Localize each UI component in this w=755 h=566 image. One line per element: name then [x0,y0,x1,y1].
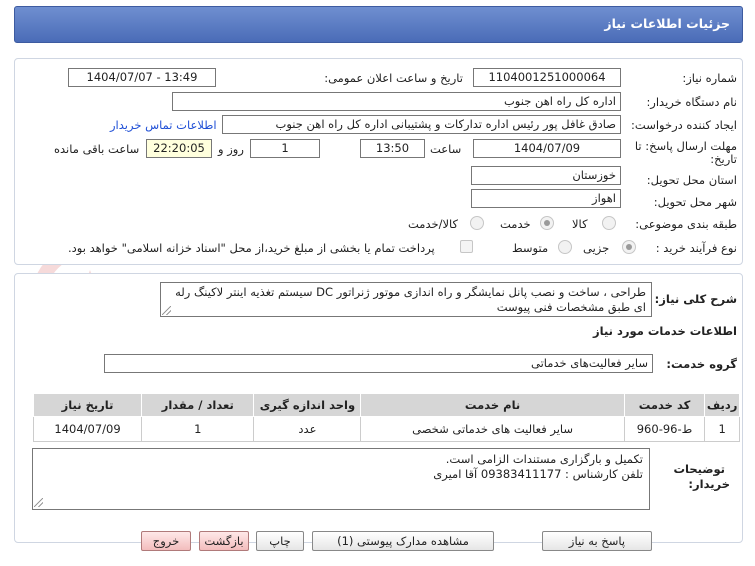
back-button[interactable]: بازگشت [199,531,249,551]
category-radio-goods[interactable] [602,216,616,230]
col-date: تاریخ نیاز [32,393,143,417]
creator-field: صادق غافل پور رئیس اداره تدارکات و پشتیب… [222,115,621,134]
deadline-time-label: ساعت [430,142,462,156]
process-label: نوع فرآیند خرید : [655,241,737,255]
resize-grip-icon[interactable] [162,306,171,315]
category-option-goods: کالا [572,217,588,231]
city-field: اهواز [471,189,621,208]
print-button[interactable]: چاپ [256,531,304,551]
payment-note: پرداخت تمام یا بخشی از مبلغ خرید،از محل … [68,241,435,255]
deadline-time-field: 13:50 [360,139,425,158]
category-radio-service[interactable] [540,216,554,230]
services-table: ردیف کد خدمت نام خدمت واحد اندازه گیری ت… [32,393,740,442]
cell-name: سایر فعالیت های خدماتی شخصی [360,416,625,442]
page-title: جزئیات اطلاعات نیاز [604,16,730,31]
days-field: 1 [250,139,320,158]
col-code: کد خدمت [623,393,706,417]
buyer-org-label: نام دستگاه خریدار: [646,95,737,109]
services-section-title: اطلاعات خدمات مورد نیاز [593,324,737,338]
need-number-label: شماره نیاز: [682,71,737,85]
category-option-service: خدمت [500,217,531,231]
col-row: ردیف [704,393,740,417]
cell-date: 1404/07/09 [32,416,143,442]
process-radio-minor[interactable] [622,240,636,254]
cell-code: ط-96-960 [623,416,706,442]
buyer-notes-label-2: خریدار: [688,477,730,491]
description-textarea: طراحی ، ساخت و نصب پانل نمایشگر و راه ان… [160,282,652,317]
announce-datetime-field: 1404/07/07 - 13:49 [68,68,216,87]
deadline-date-field: 1404/07/09 [473,139,621,158]
remaining-time-label: ساعت باقی مانده [54,142,140,156]
buyer-notes-line-1: تکمیل و بارگزاری مستندات الزامی است. [445,452,643,466]
treasury-payment-checkbox[interactable] [460,240,473,253]
category-option-goods-service: کالا/خدمت [408,217,459,231]
description-text: طراحی ، ساخت و نصب پانل نمایشگر و راه ان… [175,285,646,314]
table-row: 1 ط-96-960 سایر فعالیت های خدماتی شخصی ع… [32,416,740,442]
details-panel [14,58,743,265]
col-name: نام خدمت [360,393,625,417]
deadline-label: مهلت ارسال پاسخ: تا [634,139,737,153]
description-label: شرح کلی نیاز: [654,292,737,306]
creator-label: ایجاد کننده درخواست: [631,118,737,132]
col-qty: تعداد / مقدار [141,393,255,417]
cell-qty: 1 [141,416,255,442]
buyer-contact-link[interactable]: اطلاعات تماس خریدار [110,118,217,132]
province-label: استان محل تحویل: [646,173,737,187]
buyer-notes-label: توضیحات [673,462,726,476]
service-group-field: سایر فعالیت‌های خدماتی [104,354,653,373]
cell-unit: عدد [253,416,362,442]
exit-button[interactable]: خروج [141,531,191,551]
table-header-row: ردیف کد خدمت نام خدمت واحد اندازه گیری ت… [32,393,740,417]
province-field: خوزستان [471,166,621,185]
process-option-medium: متوسط [512,241,549,255]
city-label: شهر محل تحویل: [653,195,737,209]
days-label: روز و [218,142,244,156]
service-group-label: گروه خدمت: [666,357,737,371]
reply-button[interactable]: پاسخ به نیاز [542,531,652,551]
col-unit: واحد اندازه گیری [253,393,362,417]
process-option-minor: جزیی [583,241,610,255]
view-attachments-button[interactable]: مشاهده مدارک پیوستی (1) [312,531,494,551]
resize-grip-icon[interactable] [34,498,43,507]
buyer-notes-line-2: تلفن کارشناس : 09383411177 آقا امیری [433,467,643,481]
cell-row: 1 [704,416,740,442]
category-label: طبقه بندی موضوعی: [635,217,737,231]
need-number-field: 1104001251000064 [473,68,621,87]
deadline-date-label: تاریخ: [710,152,737,166]
announce-label: تاریخ و ساعت اعلان عمومی: [324,71,463,85]
category-radio-goods-service[interactable] [470,216,484,230]
buyer-notes-textarea: تکمیل و بارگزاری مستندات الزامی است. تلف… [32,448,650,510]
buyer-org-field: اداره کل راه اهن جنوب [172,92,621,111]
page-header: جزئیات اطلاعات نیاز [14,6,743,43]
remaining-time-field: 22:20:05 [146,139,212,158]
process-radio-medium[interactable] [558,240,572,254]
